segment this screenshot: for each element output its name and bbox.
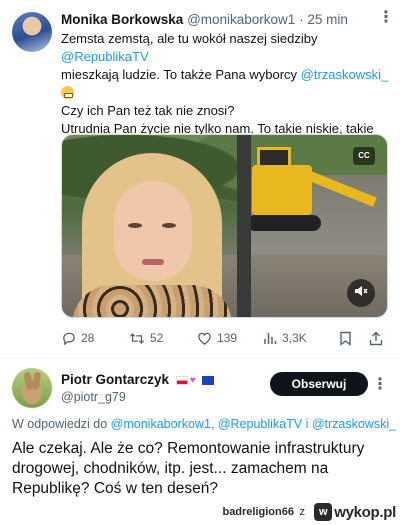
- mention-trzaskowski[interactable]: @trzaskowski_: [301, 67, 389, 82]
- excavator: [252, 165, 312, 215]
- wykop-logo-icon: w: [314, 503, 333, 521]
- poland-flag-icon: [175, 376, 188, 385]
- like-button[interactable]: 139: [197, 331, 237, 346]
- tweet-divider: [0, 358, 400, 359]
- reply-count: 28: [81, 331, 95, 345]
- reply-icon: [61, 331, 76, 346]
- views-count: 3,3K: [282, 331, 307, 345]
- heart-icon: [197, 331, 212, 346]
- follow-button[interactable]: Obserwuj: [270, 372, 368, 396]
- bookmark-button[interactable]: [339, 331, 352, 346]
- reply-author-avatar[interactable]: [12, 368, 52, 408]
- tweet-time[interactable]: · 25 min: [299, 12, 348, 27]
- reply-to-prefix: W odpowiedzi do: [12, 417, 111, 431]
- wykop-logo: w wykop.pl: [314, 502, 396, 522]
- excavator-track: [247, 215, 321, 231]
- retweet-count: 52: [150, 331, 164, 345]
- share-button[interactable]: [369, 331, 383, 346]
- tweet[interactable]: Monika Borkowska @monikaborkow1 · 25 min…: [0, 0, 400, 358]
- tweet-header: Monika Borkowska @monikaborkow1 · 25 min: [61, 12, 391, 27]
- name-emoji-flags: ♥: [175, 375, 214, 386]
- tweet-actions: 28 52 139 3,3K: [61, 328, 391, 348]
- author-handle[interactable]: @monikaborkow1: [187, 12, 295, 27]
- reply-text: Ale czekaj. Ale że co? Remontowanie infr…: [12, 440, 365, 497]
- footer-separator: z: [299, 506, 306, 518]
- mention-republikatv[interactable]: @RepublikaTV: [61, 49, 149, 64]
- reply-more-options-icon[interactable]: ⋮: [372, 374, 388, 394]
- retweet-button[interactable]: 52: [129, 331, 163, 346]
- reply-context: W odpowiedzi do @monikaborkow1, @Republi…: [12, 417, 400, 431]
- wykop-site-name: wykop.pl: [334, 503, 396, 521]
- reply-author-handle[interactable]: @piotr_g79: [61, 390, 126, 404]
- grimacing-emoji-icon: [61, 86, 74, 99]
- retweet-icon: [129, 331, 145, 346]
- mute-button[interactable]: [347, 279, 375, 307]
- reply-button[interactable]: 28: [61, 331, 94, 346]
- eu-flag-icon: [201, 376, 214, 385]
- tweet-text-part: mieszkają ludzie. To także Pana wyborcy: [61, 67, 301, 82]
- views-chart-icon: [263, 331, 277, 345]
- author-avatar[interactable]: [12, 12, 52, 52]
- footer-username: badreligion66: [222, 506, 294, 518]
- views-button[interactable]: 3,3K: [263, 331, 307, 345]
- reply-to-mentions[interactable]: @monikaborkow1, @RepublikaTV i @trzaskow…: [111, 417, 396, 431]
- heart-emoji-icon: ♥: [189, 375, 196, 386]
- like-count: 139: [217, 331, 238, 345]
- video-frame-pole: [237, 135, 251, 317]
- video-person: [72, 153, 232, 317]
- author-name[interactable]: Monika Borkowska: [61, 12, 183, 27]
- reply-author-name[interactable]: Piotr Gontarczyk: [61, 372, 169, 387]
- more-options-icon[interactable]: ⋮: [378, 10, 394, 26]
- reply-author-name-row: Piotr Gontarczyk ♥: [61, 372, 214, 387]
- captions-button[interactable]: CC: [353, 147, 375, 165]
- tweet-text-line: Czy ich Pan też tak nie znosi?: [61, 103, 235, 118]
- watermark-footer: badreligion66 z w wykop.pl: [0, 500, 400, 525]
- speaker-muted-icon: [354, 284, 368, 303]
- share-icon: [369, 331, 383, 346]
- bookmark-icon: [339, 331, 352, 346]
- tweet-text-part: Zemsta zemstą, ale tu wokół naszej siedz…: [61, 31, 318, 46]
- tweet-video[interactable]: CC: [61, 134, 388, 318]
